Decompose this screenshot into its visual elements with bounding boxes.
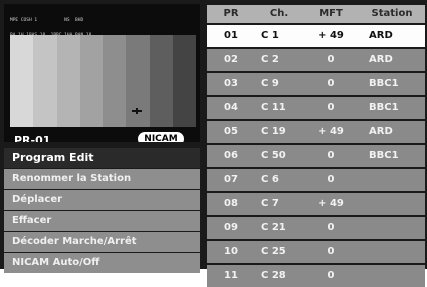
cell-channel: C 7 (261, 198, 279, 209)
crosshair-icon (132, 108, 142, 114)
test-pattern-bar (56, 35, 80, 127)
cell-pr: 04 (224, 102, 238, 113)
cell-pr: 11 (224, 270, 238, 281)
cell-mft: + 49 (318, 198, 344, 209)
cell-pr: 09 (224, 222, 238, 233)
program-edit-menu: Program Edit Renommer la Station Déplace… (4, 148, 200, 274)
cell-pr: 08 (224, 198, 238, 209)
tv-menu-screen: MPE COSH 1 NS BHD BA.1H 1BAS.18 1BBC.1HA… (0, 0, 427, 287)
table-row[interactable]: 02 C 2 0 ARD (207, 49, 425, 71)
cell-mft: 0 (327, 270, 335, 281)
cell-channel: C 1 (261, 30, 279, 41)
cell-station (359, 241, 425, 263)
cell-channel: C 6 (261, 174, 279, 185)
cell-mft: 0 (327, 102, 335, 113)
cell-station (359, 169, 425, 191)
cell-channel: C 21 (261, 222, 286, 233)
cell-mft: 0 (327, 246, 335, 257)
channel-table: PR Ch. MFT Station 01 C 1 + 49 ARD 02 C 2 0 ARD… (207, 5, 425, 287)
menu-item-nicam-toggle[interactable]: NICAM Auto/Off (4, 253, 200, 273)
test-pattern-bar (79, 35, 103, 127)
menu-item-rename-station[interactable]: Renommer la Station (4, 169, 200, 189)
cell-station: ARD (369, 126, 393, 137)
channel-preview: MPE COSH 1 NS BHD BA.1H 1BAS.18 1BBC.1HA… (4, 4, 200, 142)
table-body: 01 C 1 + 49 ARD 02 C 2 0 ARD 03 C 9 0 BBC1 04 C 11 0 BB… (207, 25, 425, 287)
menu-item-program-edit[interactable]: Program Edit (4, 148, 200, 168)
menu-item-delete[interactable]: Effacer (4, 211, 200, 231)
table-row[interactable]: 10 C 25 0 (207, 241, 425, 263)
cell-channel: C 2 (261, 54, 279, 65)
test-pattern-bar (10, 35, 34, 127)
cell-station: BBC1 (369, 150, 399, 161)
test-pattern-bar (33, 35, 57, 127)
table-row[interactable]: 03 C 9 0 BBC1 (207, 73, 425, 95)
header-channel: Ch. (269, 8, 289, 19)
cell-station (359, 193, 425, 215)
cell-mft: 0 (327, 150, 335, 161)
cell-channel: C 25 (261, 246, 286, 257)
header-mft: MFT (319, 8, 343, 19)
test-pattern-bar (172, 35, 196, 127)
cell-mft: 0 (327, 54, 335, 65)
test-pattern-bar (149, 35, 173, 127)
test-pattern-bar (103, 35, 127, 127)
cell-pr: 07 (224, 174, 238, 185)
cell-mft: 0 (327, 78, 335, 89)
cell-mft: + 49 (318, 126, 344, 137)
cell-mft: + 49 (318, 30, 344, 41)
cell-channel: C 28 (261, 270, 286, 281)
cell-mft: 0 (327, 222, 335, 233)
table-row[interactable]: 09 C 21 0 (207, 217, 425, 239)
cell-station: BBC1 (369, 78, 399, 89)
cell-pr: 06 (224, 150, 238, 161)
menu-item-decoder-toggle[interactable]: Décoder Marche/Arrêt (4, 232, 200, 252)
test-pattern-bars (10, 35, 196, 127)
menu-item-move[interactable]: Déplacer (4, 190, 200, 210)
cell-pr: 03 (224, 78, 238, 89)
cell-channel: C 9 (261, 78, 279, 89)
program-number-label: PR-01 (14, 134, 51, 142)
header-pr: PR (223, 8, 239, 19)
table-row[interactable]: 05 C 19 + 49 ARD (207, 121, 425, 143)
table-row[interactable]: 01 C 1 + 49 ARD (207, 25, 425, 47)
cell-channel: C 50 (261, 150, 286, 161)
table-row[interactable]: 06 C 50 0 BBC1 (207, 145, 425, 167)
cell-channel: C 11 (261, 102, 286, 113)
cell-channel: C 19 (261, 126, 286, 137)
nicam-badge: NICAM (138, 132, 184, 142)
cell-station (359, 265, 425, 287)
osd-line: MPE COSH 1 NS BHD (10, 18, 84, 23)
table-row[interactable]: 07 C 6 0 (207, 169, 425, 191)
cell-pr: 01 (224, 30, 238, 41)
table-row[interactable]: 04 C 11 0 BBC1 (207, 97, 425, 119)
cell-station: ARD (369, 30, 393, 41)
cell-station (359, 217, 425, 239)
cell-mft: 0 (327, 174, 335, 185)
table-header: PR Ch. MFT Station (207, 5, 425, 23)
cell-pr: 05 (224, 126, 238, 137)
cell-station: ARD (369, 54, 393, 65)
table-row[interactable]: 08 C 7 + 49 (207, 193, 425, 215)
table-row[interactable]: 11 C 28 0 (207, 265, 425, 287)
cell-pr: 10 (224, 246, 238, 257)
cell-station: BBC1 (369, 102, 399, 113)
cell-pr: 02 (224, 54, 238, 65)
header-station: Station (371, 8, 413, 19)
